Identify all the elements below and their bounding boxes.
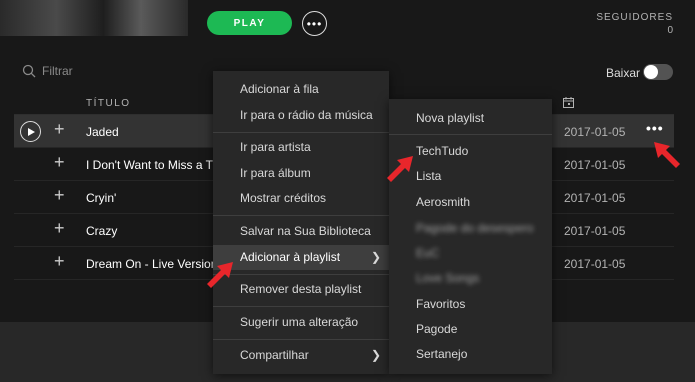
playlist-item[interactable]: Love Songs — [389, 266, 552, 291]
chevron-right-icon: ❯ — [370, 250, 381, 264]
playlist-item[interactable]: EuC — [389, 241, 552, 266]
add-icon[interactable]: + — [54, 185, 65, 206]
menu-go-to-album[interactable]: Ir para álbum — [213, 161, 389, 186]
playlist-submenu: Nova playlist TechTudo Lista Aerosmith P… — [389, 99, 552, 374]
playlist-item[interactable]: Pagode — [389, 317, 552, 342]
track-title: Dream On - Live Version — [86, 257, 218, 271]
followers-label: SEGUIDORES — [596, 12, 673, 23]
play-icon — [27, 127, 35, 136]
menu-save-to-library[interactable]: Salvar na Sua Biblioteca — [213, 219, 389, 244]
track-date: 2017-01-05 — [564, 125, 626, 139]
playlist-item[interactable]: Favoritos — [389, 292, 552, 317]
playlist-cover — [0, 0, 188, 36]
search-icon — [22, 64, 36, 78]
menu-show-credits[interactable]: Mostrar créditos — [213, 186, 389, 211]
menu-add-to-queue[interactable]: Adicionar à fila — [213, 77, 389, 102]
arrow-annotation-icon — [207, 262, 233, 288]
add-icon[interactable]: + — [54, 152, 65, 173]
column-header-title[interactable]: TÍTULO — [86, 98, 131, 109]
menu-share[interactable]: Compartilhar ❯ — [213, 343, 389, 368]
menu-song-radio[interactable]: Ir para o rádio da música — [213, 103, 389, 128]
arrow-annotation-icon — [387, 156, 413, 182]
context-menu: Adicionar à fila Ir para o rádio da músi… — [213, 71, 389, 374]
track-date: 2017-01-05 — [564, 257, 626, 271]
add-icon[interactable]: + — [54, 251, 65, 272]
track-title: Crazy — [86, 224, 118, 238]
add-icon[interactable]: + — [54, 218, 65, 239]
add-icon[interactable]: + — [54, 119, 65, 140]
menu-remove-from-playlist[interactable]: Remover desta playlist — [213, 277, 389, 302]
menu-add-to-playlist[interactable]: Adicionar à playlist ❯ — [213, 245, 389, 270]
download-label: Baixar — [606, 66, 641, 80]
followers-count: 0 — [667, 25, 673, 36]
filter-input[interactable]: Filtrar — [22, 64, 73, 78]
menu-divider — [213, 339, 389, 340]
menu-suggest-edit[interactable]: Sugerir uma alteração — [213, 310, 389, 335]
playlist-item-label: EuC — [416, 246, 440, 260]
arrow-annotation-icon — [654, 142, 680, 168]
playlist-item-label: Pagode do desespero — [416, 221, 534, 235]
play-button[interactable]: PLAY — [207, 11, 292, 35]
track-title: Jaded — [86, 125, 119, 139]
menu-divider — [389, 134, 552, 135]
filter-placeholder: Filtrar — [42, 64, 73, 78]
menu-go-to-artist[interactable]: Ir para artista — [213, 135, 389, 160]
playlist-item[interactable]: Pagode do desespero — [389, 216, 552, 241]
menu-new-playlist[interactable]: Nova playlist — [389, 106, 552, 131]
track-date: 2017-01-05 — [564, 191, 626, 205]
calendar-icon[interactable] — [563, 97, 574, 108]
playlist-item[interactable]: Aerosmith — [389, 190, 552, 215]
menu-share-label: Compartilhar — [240, 348, 309, 362]
playlist-item-label: Love Songs — [416, 271, 480, 285]
toggle-knob — [644, 65, 658, 79]
menu-add-to-playlist-label: Adicionar à playlist — [240, 250, 341, 264]
menu-divider — [213, 132, 389, 133]
more-options-button[interactable]: ••• — [302, 11, 327, 36]
row-more-button[interactable]: ••• — [646, 120, 664, 136]
track-date: 2017-01-05 — [564, 158, 626, 172]
row-play-button[interactable] — [20, 121, 41, 142]
menu-divider — [213, 306, 389, 307]
track-title: Cryin' — [86, 191, 117, 205]
menu-divider — [213, 215, 389, 216]
playlist-item[interactable]: Sertanejo — [389, 342, 552, 367]
download-toggle[interactable] — [643, 64, 673, 80]
chevron-right-icon: ❯ — [370, 348, 381, 362]
menu-divider — [213, 274, 389, 275]
track-date: 2017-01-05 — [564, 224, 626, 238]
